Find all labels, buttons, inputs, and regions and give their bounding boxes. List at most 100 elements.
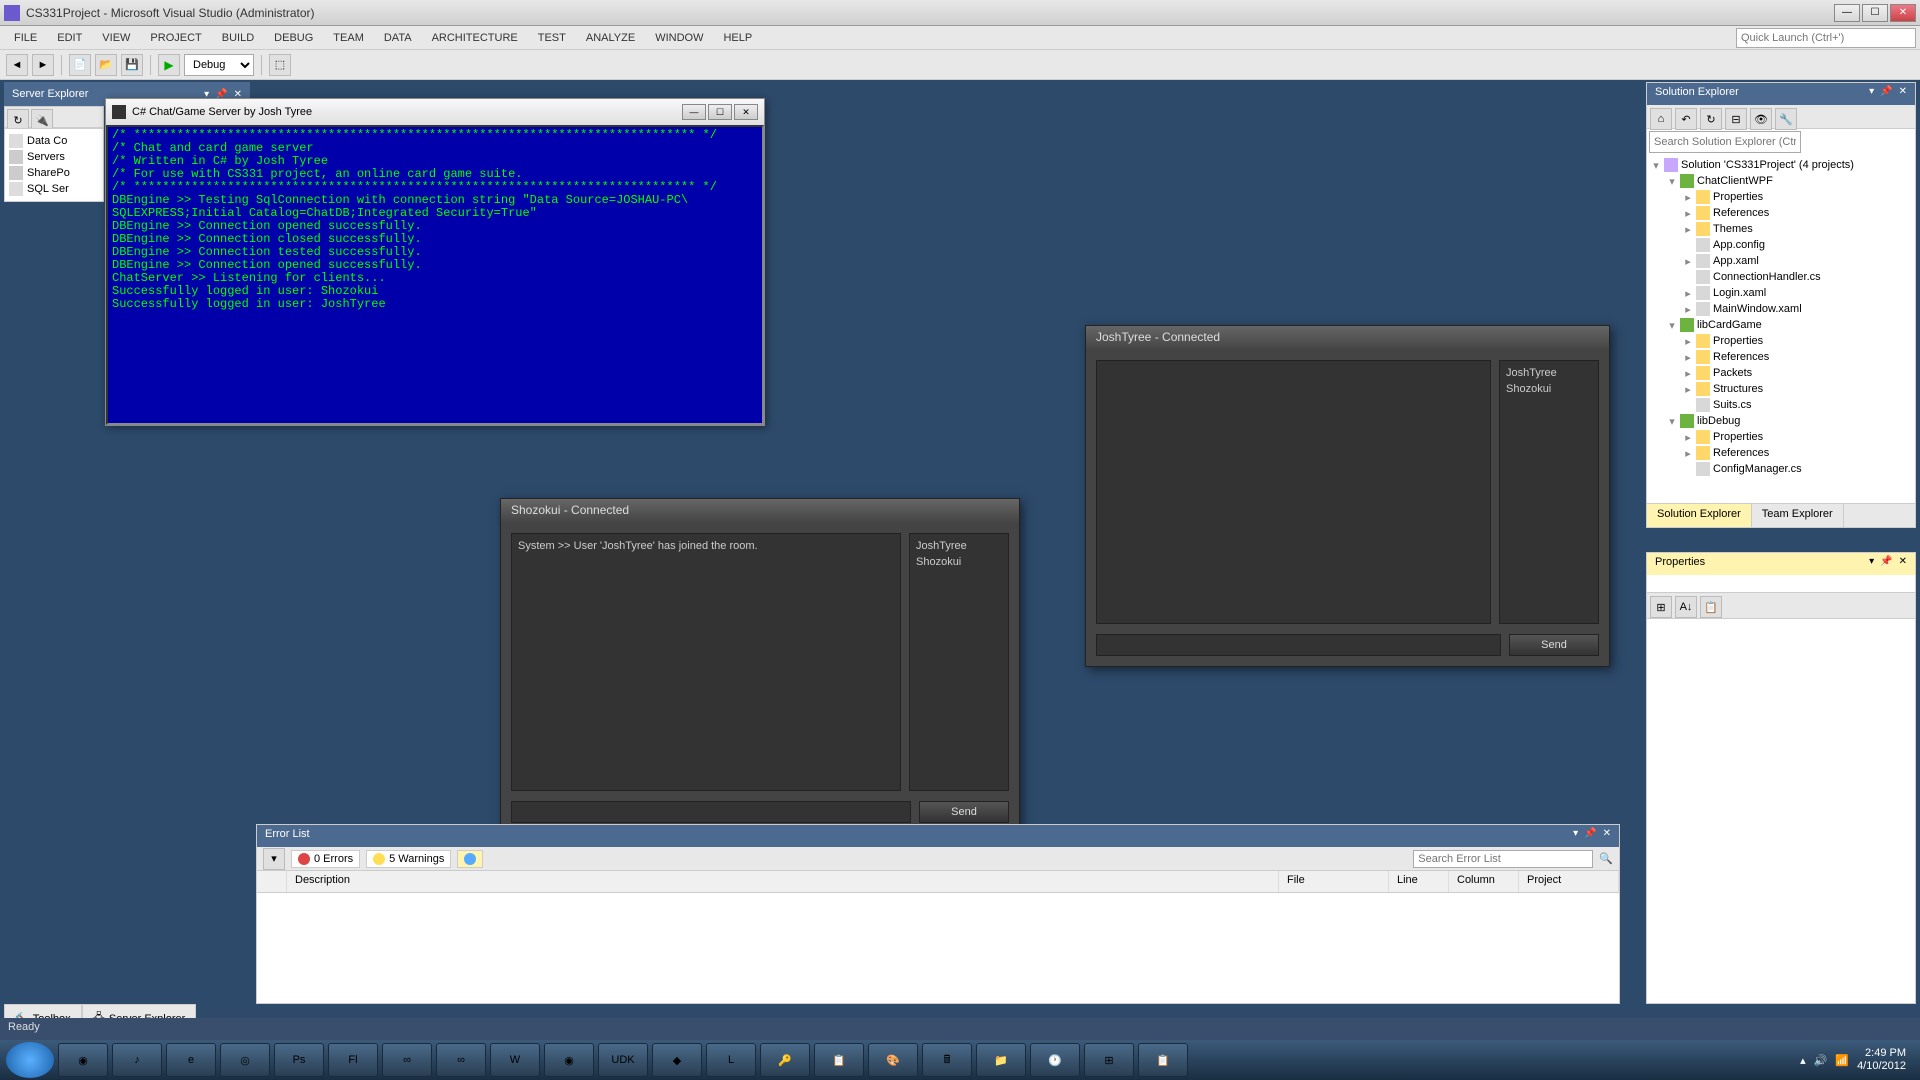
tree-item[interactable]: App.config bbox=[1651, 237, 1911, 253]
taskbar-app-wow[interactable]: W bbox=[490, 1043, 540, 1077]
warnings-filter[interactable]: 5 Warnings bbox=[366, 850, 451, 868]
menu-project[interactable]: PROJECT bbox=[140, 29, 211, 47]
error-search-input[interactable] bbox=[1413, 850, 1593, 868]
solution-root[interactable]: ▾ Solution 'CS331Project' (4 projects) bbox=[1651, 157, 1911, 173]
tree-item[interactable]: ▸Themes bbox=[1651, 221, 1911, 237]
tree-item[interactable]: ▸MainWindow.xaml bbox=[1651, 301, 1911, 317]
taskbar-app-vs[interactable]: ∞ bbox=[382, 1043, 432, 1077]
col-icon[interactable] bbox=[257, 871, 287, 892]
new-button[interactable]: 📄 bbox=[69, 54, 91, 76]
chat-user-item[interactable]: Shozokui bbox=[914, 554, 1004, 570]
collapse-icon[interactable]: ⊟ bbox=[1725, 108, 1747, 130]
expand-icon[interactable]: ▸ bbox=[1683, 335, 1693, 348]
system-clock[interactable]: 2:49 PM 4/10/2012 bbox=[1857, 1047, 1914, 1073]
col-column[interactable]: Column bbox=[1449, 871, 1519, 892]
tree-item[interactable]: ▸Properties bbox=[1651, 189, 1911, 205]
taskbar-app-explorer[interactable]: 📁 bbox=[976, 1043, 1026, 1077]
menu-edit[interactable]: EDIT bbox=[47, 29, 92, 47]
tree-item[interactable]: Servers bbox=[9, 149, 99, 165]
menu-test[interactable]: TEST bbox=[528, 29, 576, 47]
properties-selector[interactable] bbox=[1647, 575, 1915, 593]
tree-item[interactable]: ▸Properties bbox=[1651, 333, 1911, 349]
tab-team-explorer[interactable]: Team Explorer bbox=[1752, 504, 1844, 527]
pin-icon[interactable]: 📌 bbox=[1880, 556, 1892, 572]
expand-icon[interactable]: ▸ bbox=[1683, 207, 1693, 220]
col-description[interactable]: Description bbox=[287, 871, 1279, 892]
tree-item[interactable]: ▾libCardGame bbox=[1651, 317, 1911, 333]
taskbar-app-steam[interactable]: ◉ bbox=[58, 1043, 108, 1077]
menu-architecture[interactable]: ARCHITECTURE bbox=[422, 29, 528, 47]
chat-input[interactable] bbox=[511, 801, 911, 823]
taskbar-app[interactable]: 🕐 bbox=[1030, 1043, 1080, 1077]
tree-item[interactable]: ▸Structures bbox=[1651, 381, 1911, 397]
col-line[interactable]: Line bbox=[1389, 871, 1449, 892]
sort-icon[interactable]: A↓ bbox=[1675, 596, 1697, 618]
expand-icon[interactable]: ▸ bbox=[1683, 255, 1693, 268]
expand-icon[interactable]: ▸ bbox=[1683, 431, 1693, 444]
nav-fwd-button[interactable]: ► bbox=[32, 54, 54, 76]
taskbar-app[interactable]: ◉ bbox=[544, 1043, 594, 1077]
expand-icon[interactable]: ▸ bbox=[1683, 287, 1693, 300]
close-icon[interactable]: ✕ bbox=[1899, 86, 1907, 102]
send-button[interactable]: Send bbox=[1509, 634, 1599, 656]
refresh-icon[interactable]: ↻ bbox=[1700, 108, 1722, 130]
taskbar-app-ie[interactable]: e bbox=[166, 1043, 216, 1077]
taskbar-app-calc[interactable]: 🖩 bbox=[922, 1043, 972, 1077]
expand-icon[interactable]: ▾ bbox=[1651, 159, 1661, 172]
taskbar-app[interactable]: 📋 bbox=[1138, 1043, 1188, 1077]
tree-item[interactable]: Data Co bbox=[9, 133, 99, 149]
toolbar-button[interactable]: ⬚ bbox=[269, 54, 291, 76]
menu-view[interactable]: VIEW bbox=[92, 29, 140, 47]
tree-item[interactable]: ▸Login.xaml bbox=[1651, 285, 1911, 301]
pane-dropdown-icon[interactable]: ▾ bbox=[1869, 556, 1874, 572]
menu-build[interactable]: BUILD bbox=[212, 29, 264, 47]
taskbar-app-itunes[interactable]: ♪ bbox=[112, 1043, 162, 1077]
tree-item[interactable]: ConfigManager.cs bbox=[1651, 461, 1911, 477]
solution-search-input[interactable] bbox=[1649, 131, 1801, 153]
close-button[interactable]: ✕ bbox=[1890, 4, 1916, 22]
taskbar-app[interactable]: ∞ bbox=[436, 1043, 486, 1077]
config-select[interactable]: Debug bbox=[184, 54, 254, 76]
menu-data[interactable]: DATA bbox=[374, 29, 422, 47]
chat-input[interactable] bbox=[1096, 634, 1501, 656]
menu-window[interactable]: WINDOW bbox=[645, 29, 713, 47]
taskbar-app[interactable]: 📋 bbox=[814, 1043, 864, 1077]
console-titlebar[interactable]: C# Chat/Game Server by Josh Tyree — ☐ ✕ bbox=[106, 99, 764, 125]
start-debug-button[interactable]: ▶ bbox=[158, 54, 180, 76]
expand-icon[interactable]: ▸ bbox=[1683, 351, 1693, 364]
console-output[interactable]: /* *************************************… bbox=[106, 125, 764, 425]
close-icon[interactable]: ✕ bbox=[1899, 556, 1907, 572]
minimize-button[interactable]: — bbox=[1834, 4, 1860, 22]
tree-item[interactable]: SQL Ser bbox=[9, 181, 99, 197]
taskbar-app-udk[interactable]: UDK bbox=[598, 1043, 648, 1077]
categorize-icon[interactable]: ⊞ bbox=[1650, 596, 1672, 618]
expand-icon[interactable]: ▾ bbox=[1667, 415, 1677, 428]
filter-dropdown[interactable]: ▾ bbox=[263, 848, 285, 870]
taskbar-app[interactable]: 🎨 bbox=[868, 1043, 918, 1077]
taskbar-app-unity[interactable]: ◆ bbox=[652, 1043, 702, 1077]
tree-item[interactable]: ConnectionHandler.cs bbox=[1651, 269, 1911, 285]
open-button[interactable]: 📂 bbox=[95, 54, 117, 76]
console-minimize-button[interactable]: — bbox=[682, 104, 706, 120]
search-icon[interactable]: 🔍 bbox=[1599, 852, 1613, 865]
console-close-button[interactable]: ✕ bbox=[734, 104, 758, 120]
nav-back-button[interactable]: ◄ bbox=[6, 54, 28, 76]
tree-item[interactable]: ▸App.xaml bbox=[1651, 253, 1911, 269]
col-project[interactable]: Project bbox=[1519, 871, 1619, 892]
send-button[interactable]: Send bbox=[919, 801, 1009, 823]
pages-icon[interactable]: 📋 bbox=[1700, 596, 1722, 618]
chat-user-item[interactable]: Shozokui bbox=[1504, 381, 1594, 397]
chat-titlebar[interactable]: JoshTyree - Connected bbox=[1086, 326, 1609, 350]
tray-expand-icon[interactable]: ▴ bbox=[1800, 1054, 1806, 1067]
tree-item[interactable]: ▾libDebug bbox=[1651, 413, 1911, 429]
messages-filter[interactable] bbox=[457, 850, 483, 868]
menu-team[interactable]: TEAM bbox=[323, 29, 374, 47]
menu-help[interactable]: HELP bbox=[713, 29, 762, 47]
expand-icon[interactable]: ▾ bbox=[1667, 175, 1677, 188]
home-icon[interactable]: ⌂ bbox=[1650, 108, 1672, 130]
expand-icon[interactable]: ▸ bbox=[1683, 303, 1693, 316]
expand-icon[interactable]: ▸ bbox=[1683, 367, 1693, 380]
back-icon[interactable]: ↶ bbox=[1675, 108, 1697, 130]
pane-dropdown-icon[interactable]: ▾ bbox=[1573, 828, 1578, 844]
chat-messages[interactable]: System >> User 'JoshTyree' has joined th… bbox=[511, 533, 901, 791]
